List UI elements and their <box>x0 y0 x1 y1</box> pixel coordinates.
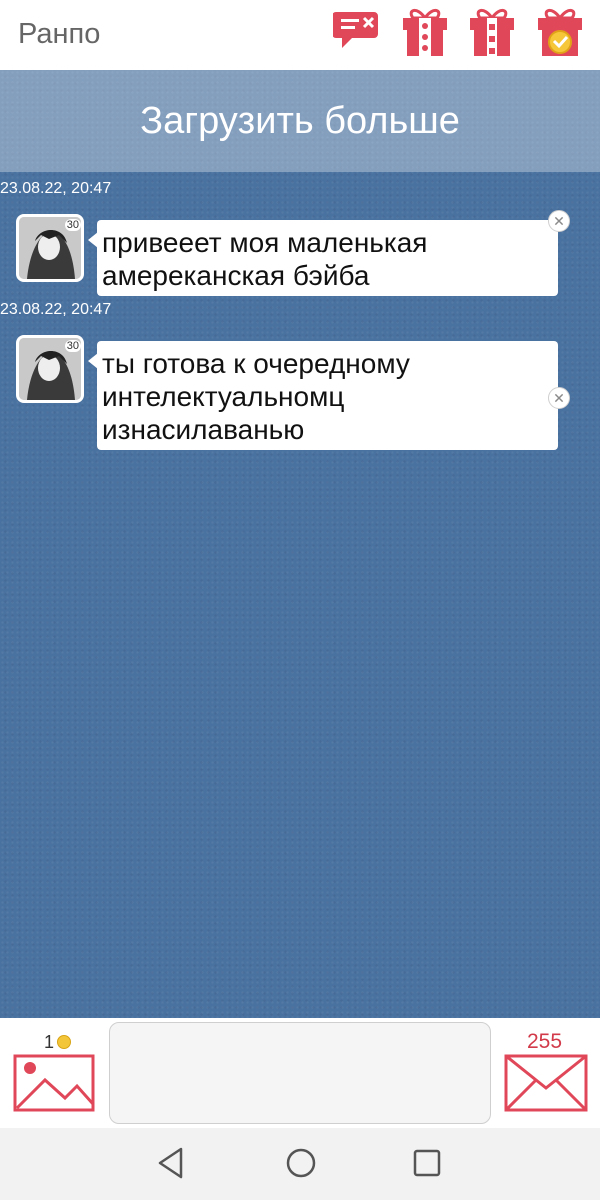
gift-icon[interactable] <box>399 6 451 58</box>
message-line: амереканская бэйба <box>102 260 370 291</box>
coin-count: 1 <box>44 1032 55 1052</box>
message-bubble[interactable]: ты готова к очередному интелектуальномц … <box>88 341 558 450</box>
avatar-level-badge: 30 <box>64 340 81 352</box>
input-bar: 1 255 <box>0 1018 600 1128</box>
coin-icon <box>57 1035 71 1049</box>
avatar-level-badge: 30 <box>64 219 81 231</box>
message-bubble[interactable]: привееет моя маленькая амереканская бэйб… <box>88 220 558 296</box>
message-line: привееет моя маленькая <box>102 227 428 258</box>
load-more-button[interactable]: Загрузить больше <box>0 70 600 172</box>
close-icon[interactable] <box>548 387 570 409</box>
message-delete-icon[interactable] <box>333 6 385 58</box>
top-bar: Ранпо <box>0 0 600 70</box>
character-counter: 255 <box>527 1030 563 1053</box>
message-timestamp: 23.08.22, 20:47 <box>0 180 112 197</box>
recents-icon[interactable] <box>412 1148 442 1178</box>
message-line: ты готова к очередному <box>102 348 410 379</box>
avatar[interactable]: 30 <box>16 214 84 282</box>
message-line: интелектуальномц <box>102 381 345 412</box>
message-line: изнасилаванью <box>102 414 305 445</box>
message-input[interactable] <box>109 1022 491 1124</box>
home-icon[interactable] <box>284 1146 318 1180</box>
image-icon[interactable] <box>13 1054 95 1112</box>
back-icon[interactable] <box>155 1146 187 1180</box>
chat-screen: Ранпо Загрузить больше 23.08.22, 20:47 3… <box>0 0 600 1200</box>
system-nav-bar <box>0 1128 600 1200</box>
gift-coin-icon[interactable] <box>534 6 586 58</box>
message-timestamp: 23.08.22, 20:47 <box>0 301 112 318</box>
chat-area[interactable]: Загрузить больше 23.08.22, 20:47 30 прив… <box>0 70 600 1018</box>
gift-icon[interactable] <box>466 6 518 58</box>
envelope-icon[interactable] <box>504 1054 588 1112</box>
close-icon[interactable] <box>548 210 570 232</box>
avatar[interactable]: 30 <box>16 335 84 403</box>
page-title: Ранпо <box>18 18 101 50</box>
